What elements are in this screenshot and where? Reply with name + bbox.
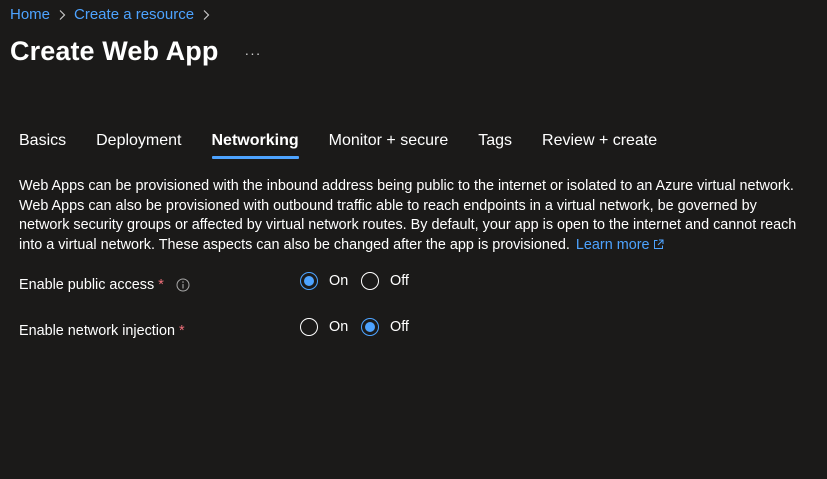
tab-bar: Basics Deployment Networking Monitor + s… <box>19 132 687 159</box>
networking-description: Web Apps can be provisioned with the inb… <box>19 177 809 256</box>
public-access-label-row: Enable public access * <box>19 277 190 293</box>
page-title: Create Web App <box>10 36 219 66</box>
description-text: Web Apps can be provisioned with the inb… <box>19 178 797 253</box>
radio-option-label: Off <box>390 273 409 289</box>
tab-monitor-secure[interactable]: Monitor + secure <box>329 132 449 157</box>
tab-review-create[interactable]: Review + create <box>542 132 657 157</box>
tab-basics[interactable]: Basics <box>19 132 66 157</box>
learn-more-link[interactable]: Learn more <box>576 237 664 253</box>
breadcrumb-create-resource-link[interactable]: Create a resource <box>74 6 194 23</box>
required-indicator: * <box>158 277 164 293</box>
chevron-right-icon <box>199 8 213 22</box>
tab-tags[interactable]: Tags <box>478 132 512 157</box>
network-injection-off-option[interactable]: Off <box>361 318 412 336</box>
radio-unchecked-icon[interactable] <box>300 318 318 336</box>
page-header: Create Web App ··· <box>10 36 261 67</box>
radio-option-label: On <box>329 319 349 335</box>
network-injection-on-option[interactable]: On <box>300 318 351 336</box>
public-access-off-option[interactable]: Off <box>361 272 412 290</box>
breadcrumb-home-link[interactable]: Home <box>10 6 50 23</box>
radio-option-label: Off <box>390 319 409 335</box>
network-injection-label-row: Enable network injection * <box>19 323 185 339</box>
tab-networking[interactable]: Networking <box>211 132 299 159</box>
public-access-label: Enable public access <box>19 277 155 293</box>
info-icon[interactable] <box>176 278 190 292</box>
chevron-right-icon <box>55 8 69 22</box>
tab-deployment[interactable]: Deployment <box>96 132 181 157</box>
learn-more-label[interactable]: Learn more <box>576 237 650 253</box>
radio-option-label: On <box>329 273 349 289</box>
external-link-icon <box>653 237 664 257</box>
network-injection-label: Enable network injection <box>19 323 175 339</box>
breadcrumb: Home Create a resource <box>10 6 218 23</box>
radio-checked-icon[interactable] <box>300 272 318 290</box>
public-access-radio-group: On Off <box>300 272 422 290</box>
required-indicator: * <box>179 323 185 339</box>
radio-checked-icon[interactable] <box>361 318 379 336</box>
more-options-button[interactable]: ··· <box>244 45 261 61</box>
network-injection-radio-group: On Off <box>300 318 422 336</box>
radio-unchecked-icon[interactable] <box>361 272 379 290</box>
public-access-on-option[interactable]: On <box>300 272 351 290</box>
